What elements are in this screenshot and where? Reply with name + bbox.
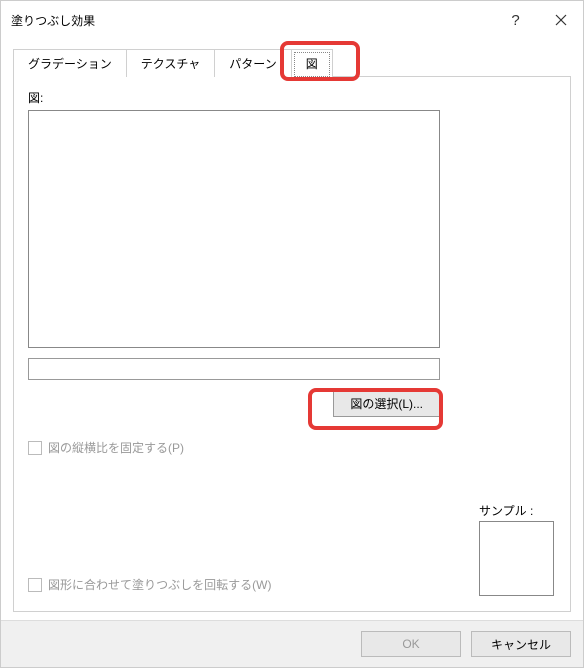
fill-effects-dialog: 塗りつぶし効果 ? グラデーション テクスチャ パターン 図 図: 図の選択(L… [0, 0, 584, 668]
close-icon[interactable] [538, 1, 583, 39]
dialog-content: グラデーション テクスチャ パターン 図 図: 図の選択(L)... 図の縦横比… [1, 39, 583, 620]
select-button-row: 図の選択(L)... [28, 390, 440, 417]
rotate-checkbox[interactable] [28, 578, 42, 592]
tab-picture[interactable]: 図 [291, 49, 333, 78]
lock-aspect-label: 図の縦横比を固定する(P) [48, 439, 184, 456]
picture-section-label: 図: [28, 89, 556, 106]
lock-aspect-row: 図の縦横比を固定する(P) [28, 439, 556, 456]
rotate-row: 図形に合わせて塗りつぶしを回転する(W) [28, 576, 556, 593]
titlebar: 塗りつぶし効果 ? [1, 1, 583, 39]
sample-area: サンプル : [479, 502, 554, 596]
tab-panel-picture: 図: 図の選択(L)... 図の縦横比を固定する(P) サンプル : 図 [13, 76, 571, 612]
tab-pattern[interactable]: パターン [214, 49, 291, 77]
select-picture-button[interactable]: 図の選択(L)... [333, 390, 440, 417]
dialog-title: 塗りつぶし効果 [11, 12, 493, 29]
cancel-button[interactable]: キャンセル [471, 631, 571, 657]
sample-label: サンプル : [479, 502, 554, 519]
tab-texture[interactable]: テクスチャ [126, 49, 216, 77]
tab-gradient[interactable]: グラデーション [13, 49, 127, 77]
sample-preview-box [479, 521, 554, 596]
picture-preview [28, 110, 440, 348]
picture-path-input[interactable] [28, 358, 440, 380]
dialog-button-row: OK キャンセル [1, 620, 583, 667]
rotate-label: 図形に合わせて塗りつぶしを回転する(W) [48, 576, 271, 593]
tab-strip: グラデーション テクスチャ パターン 図 [13, 49, 571, 77]
help-icon[interactable]: ? [493, 1, 538, 39]
lock-aspect-checkbox[interactable] [28, 441, 42, 455]
ok-button[interactable]: OK [361, 631, 461, 657]
